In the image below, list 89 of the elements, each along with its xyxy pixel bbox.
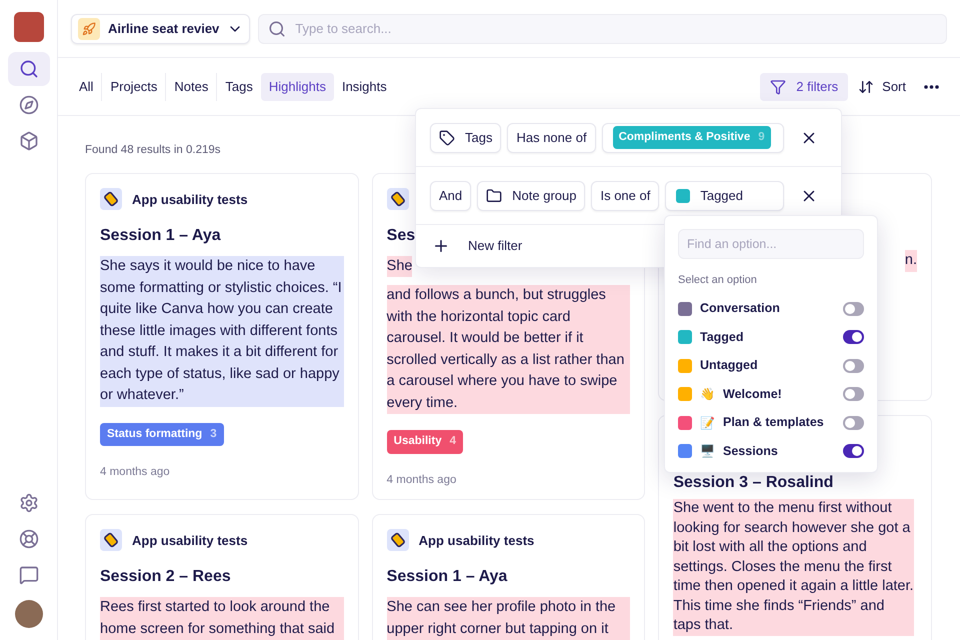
emoji-icon: 👋 (700, 385, 715, 404)
nav-button[interactable] (8, 52, 50, 86)
tag-label: Usability (394, 434, 442, 450)
menu-heading: Select an option (678, 273, 758, 288)
toggle-switch[interactable] (843, 330, 864, 344)
rocket-icon (78, 18, 100, 40)
workspace-logo[interactable] (14, 12, 44, 42)
highlight-text: She says it would be nice to have some formatting or stylistic choices. “I quite like Canva how you can create these little images with different fonts and stuff. It makes it a bit different for each type of status, like sad or happy or whatever.” (100, 256, 344, 407)
option-item[interactable]: Untagged (678, 352, 864, 380)
option-label: Tagged (700, 328, 744, 346)
card-title: Session 2 – Rees (100, 567, 231, 588)
filter-field-button[interactable]: Note group (477, 180, 586, 210)
sort-button[interactable]: Sort (848, 72, 916, 100)
option-item[interactable]: Conversation (678, 294, 864, 323)
option-item[interactable]: 📝 Plan & templates (678, 408, 864, 437)
tab[interactable]: Tags (217, 72, 261, 100)
highlight-card[interactable]: App usability tests Session 2 – Rees Rees first started to look around the home screen for something that said (85, 514, 359, 640)
toggle-switch[interactable] (843, 358, 864, 373)
project-name: App usability tests (132, 532, 248, 550)
project-name: App usability tests (418, 532, 534, 550)
filter-icon (770, 78, 786, 94)
highlight-card[interactable] (85, 173, 359, 500)
more-icon (924, 84, 939, 88)
tag-label: Status formatting (107, 426, 202, 442)
filters-button[interactable]: 2 filters (760, 72, 848, 100)
option-label: Untagged (700, 357, 758, 374)
filter-chip[interactable]: And (430, 180, 472, 210)
phone-icon (100, 529, 122, 552)
highlight-text: and follows a bunch, but struggles with the horizontal topic card carousel. It would be better if it scrolled vertically as a list rather than a carousel where you have to swipe every time. (386, 285, 630, 414)
toggle-switch[interactable] (843, 444, 864, 458)
option-label: Sessions (723, 442, 778, 460)
tag-count: 4 (450, 434, 456, 450)
highlight-text: She can see her profile photo in the upper right corner but tapping on it (386, 597, 630, 640)
toggle-switch[interactable] (843, 387, 864, 402)
option-search-field[interactable]: Find an option... (678, 229, 864, 259)
toggle-switch[interactable] (843, 302, 864, 316)
tag-count: 9 (758, 130, 765, 145)
emoji-icon: 🖥 (700, 442, 715, 460)
timestamp: 4 months ago (386, 472, 458, 488)
sort-icon (858, 78, 874, 94)
highlight-text: She went to the menu first without looking for search however she got a bit lost with all the options and settings. Closes the menu the first time then opened it again a little later. This time she finds “Friends” and taps that. (673, 499, 914, 636)
settings-icon (18, 493, 38, 513)
chat-icon (18, 565, 38, 585)
toggle-switch[interactable] (843, 416, 864, 430)
option-item[interactable]: 🖥 Sessions (678, 437, 864, 466)
filter-value-button[interactable]: Tagged (665, 180, 784, 210)
filter-chip[interactable]: Is one of (591, 180, 660, 210)
project-name: App usability tests (132, 190, 248, 209)
card-title: Ses (386, 226, 416, 246)
results-summary: Found 48 results in 0.219s (85, 143, 222, 158)
search-icon (18, 59, 38, 79)
avatar[interactable] (14, 600, 42, 628)
value-label: Tagged (700, 186, 743, 205)
tab[interactable]: Highlights (260, 72, 334, 100)
tag-count: 3 (210, 426, 217, 442)
option-item[interactable]: Tagged (678, 323, 864, 352)
phone-icon (100, 188, 122, 210)
tab[interactable]: Notes (166, 72, 216, 100)
tab[interactable]: All (71, 72, 102, 100)
compass-icon (18, 95, 38, 115)
tag-icon (439, 130, 455, 146)
timestamp: 4 months ago (100, 465, 171, 480)
option-label: Plan & templates (723, 414, 824, 432)
card-title: Session 1 – Aya (386, 567, 508, 588)
option-label: Conversation (700, 300, 780, 318)
emoji-icon: 📝 (700, 414, 715, 432)
highlight-text: n. (904, 250, 918, 272)
card-title: Session 1 – Aya (100, 226, 221, 246)
project-picker[interactable]: Airline seat reviev (71, 14, 250, 44)
highlight-card[interactable]: App usability tests Session 1 – Aya She can see her profile photo in the upper right corner but tapping on it (372, 514, 646, 640)
phone-icon (386, 529, 409, 552)
option-label: Welcome! (723, 386, 782, 403)
cube-icon (18, 131, 38, 151)
option-item[interactable]: 👋 Welcome! (678, 380, 864, 408)
filter-chip[interactable]: Has none of (507, 122, 596, 152)
search-field[interactable]: Type to search... (258, 14, 947, 44)
tab[interactable]: Insights (334, 72, 395, 100)
filter-field-button[interactable]: Tags (430, 122, 502, 152)
phone-icon (386, 188, 409, 210)
tab[interactable]: Projects (102, 72, 166, 100)
highlight-text: Rees first started to look around the home screen for something that said (100, 597, 344, 640)
new-filter-button[interactable]: New filter (416, 225, 538, 267)
highlight-text: She (386, 256, 412, 278)
lifebuoy-icon (18, 529, 38, 549)
folder-icon (486, 188, 502, 204)
card-title: Session 3 – Rosalind (673, 473, 834, 494)
search-icon (268, 20, 286, 38)
plus-icon (432, 237, 450, 255)
tag-label: Compliments & Positive (618, 130, 750, 145)
